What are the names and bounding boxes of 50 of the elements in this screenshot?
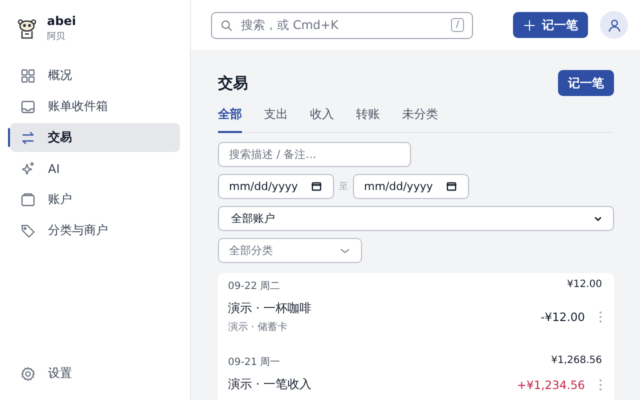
day-total: ¥12.00 bbox=[567, 279, 602, 292]
search-field[interactable]: 搜索描述 / 备注... bbox=[218, 142, 411, 167]
person-icon bbox=[606, 18, 622, 32]
sidebar-item[interactable]: 账户 bbox=[10, 185, 180, 214]
calendar-icon bbox=[310, 180, 323, 193]
more-icon[interactable] bbox=[599, 378, 602, 390]
tag-icon bbox=[20, 222, 36, 238]
day-date: 09-21 周一 bbox=[228, 356, 280, 369]
add-entry-button[interactable]: 记一笔 bbox=[513, 12, 588, 38]
sidebar-item[interactable]: 账单收件箱 bbox=[10, 92, 180, 121]
page-title: 交易 bbox=[218, 74, 248, 92]
brand-name: abei bbox=[47, 14, 76, 28]
shortcut-key: / bbox=[450, 18, 464, 32]
filter-tab[interactable]: 收入 bbox=[310, 106, 334, 133]
day-date: 09-22 周二 bbox=[228, 280, 280, 293]
sidebar-item[interactable]: AI bbox=[10, 154, 180, 183]
plus-icon bbox=[523, 18, 536, 32]
swap-icon bbox=[20, 130, 36, 146]
settings-icon bbox=[20, 366, 36, 382]
bear-logo-icon bbox=[17, 18, 37, 40]
search-icon bbox=[220, 18, 233, 32]
end-date-field[interactable]: mm/dd/yyyy bbox=[353, 174, 469, 199]
more-icon[interactable] bbox=[599, 311, 602, 323]
sidebar-item[interactable]: 分类与商户 bbox=[10, 216, 180, 245]
transaction-account: 演示 · 储蓄卡 bbox=[228, 320, 289, 334]
settings-item[interactable]: 设置 bbox=[10, 359, 180, 388]
grid-icon bbox=[20, 68, 36, 84]
category-select[interactable]: 全部分类 bbox=[218, 238, 362, 263]
transaction-title[interactable]: 演示 · 一杯咖啡 bbox=[228, 300, 541, 317]
add-entry-button[interactable]: 记一笔 bbox=[558, 70, 614, 96]
filter-tab[interactable]: 支出 bbox=[264, 106, 288, 133]
transaction-title[interactable]: 演示 · 一笔收入 bbox=[228, 376, 517, 393]
calendar-icon bbox=[445, 180, 458, 193]
sidebar-item[interactable]: 概况 bbox=[10, 61, 180, 90]
date-separator: 至 bbox=[339, 181, 348, 193]
brand-subtitle: 阿贝 bbox=[47, 31, 66, 43]
filter-tab[interactable]: 未分类 bbox=[402, 106, 438, 133]
transaction-amount: -¥12.00 bbox=[540, 310, 585, 324]
filter-tab[interactable]: 转账 bbox=[356, 106, 380, 133]
sparkle-icon bbox=[20, 160, 36, 176]
transaction-amount: +¥1,234.56 bbox=[516, 378, 585, 392]
account-select[interactable]: 全部账户 bbox=[218, 206, 614, 231]
day-total: ¥1,268.56 bbox=[551, 355, 602, 368]
search-field[interactable]: 搜索，或 Cmd+K / bbox=[211, 12, 473, 38]
sidebar-item[interactable]: 交易 bbox=[10, 123, 180, 152]
filter-tab[interactable]: 全部 bbox=[218, 106, 242, 133]
user-avatar[interactable] bbox=[600, 11, 628, 39]
start-date-field[interactable]: mm/dd/yyyy bbox=[218, 174, 334, 199]
wallet-icon bbox=[20, 192, 36, 208]
inbox-icon bbox=[20, 98, 36, 114]
